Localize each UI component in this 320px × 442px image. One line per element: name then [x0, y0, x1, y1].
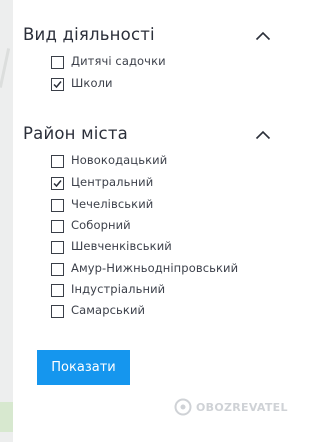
chevron-up-icon[interactable]	[255, 130, 271, 140]
option-label: Школи	[71, 76, 113, 90]
option-label: Шевченківський	[71, 239, 172, 253]
checkbox[interactable]	[51, 305, 64, 318]
district-section-header[interactable]: Район міста	[23, 124, 273, 150]
map-park-area	[0, 402, 13, 432]
option-label: Індустріальний	[71, 282, 166, 296]
checkbox[interactable]	[51, 241, 64, 254]
option-label: Центральний	[71, 175, 154, 189]
checkbox-checked[interactable]	[51, 177, 64, 190]
option-label: Новокодацький	[71, 153, 168, 167]
chevron-up-icon[interactable]	[255, 31, 271, 41]
checkbox[interactable]	[51, 263, 64, 276]
activity-section-title: Вид діяльності	[23, 25, 155, 44]
option-label: Соборний	[71, 218, 131, 232]
checkmark-icon	[53, 180, 62, 188]
watermark-logo-icon	[174, 398, 192, 416]
checkbox[interactable]	[51, 199, 64, 212]
option-label: Дитячі садочки	[71, 54, 166, 68]
map-background-edge	[0, 0, 13, 442]
district-section-title: Район міста	[23, 124, 128, 143]
activity-section-header[interactable]: Вид діяльності	[23, 25, 273, 51]
checkmark-icon	[53, 81, 62, 89]
checkbox-checked[interactable]	[51, 78, 64, 91]
show-results-button[interactable]: Показати	[37, 350, 130, 385]
option-label: Чечелівський	[71, 197, 154, 211]
watermark-text: OBOZREVATEL	[196, 401, 288, 414]
checkbox[interactable]	[51, 284, 64, 297]
checkbox[interactable]	[51, 220, 64, 233]
option-label: Амур-Нижньодніпровський	[71, 261, 239, 275]
checkbox[interactable]	[51, 155, 64, 168]
checkbox[interactable]	[51, 56, 64, 69]
option-label: Самарський	[71, 303, 146, 317]
map-road	[0, 48, 11, 88]
